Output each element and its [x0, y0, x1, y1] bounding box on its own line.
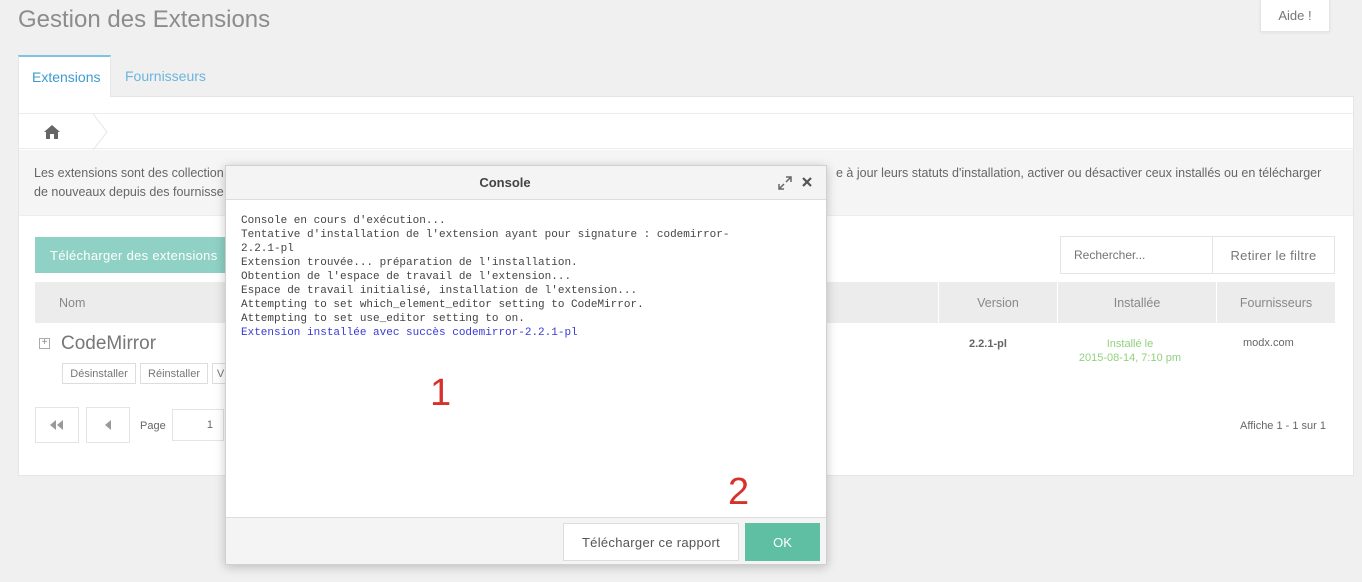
package-provider: modx.com: [1243, 337, 1294, 349]
page-title: Gestion des Extensions: [18, 6, 271, 33]
ok-button[interactable]: OK: [745, 523, 820, 561]
console-line: Attempting to set use_editor setting to …: [241, 313, 525, 325]
home-icon[interactable]: [43, 124, 61, 140]
maximize-icon[interactable]: [778, 176, 792, 190]
console-dialog: Console Console en cours d'exécution... …: [225, 165, 827, 565]
installed-status: Installé le 2015-08-14, 7:10 pm: [1060, 337, 1200, 365]
search-input[interactable]: [1060, 236, 1213, 274]
tab-providers[interactable]: Fournisseurs: [112, 55, 219, 97]
description-left-line-2: de nouveaux depuis des fournisse: [34, 185, 224, 199]
console-line: Console en cours d'exécution...: [241, 215, 446, 227]
annotation-marker-2: 2: [728, 471, 750, 513]
page-number-input[interactable]: 1: [172, 409, 224, 441]
column-name[interactable]: Nom: [59, 282, 119, 323]
download-extensions-button[interactable]: Télécharger des extensions: [35, 237, 227, 273]
column-version[interactable]: Version: [939, 282, 1057, 323]
previous-page-button[interactable]: [86, 407, 130, 443]
double-left-arrow-icon: [50, 420, 63, 430]
console-line: Attempting to set which_element_editor s…: [241, 299, 644, 311]
left-arrow-icon: [104, 420, 111, 430]
first-page-button[interactable]: [35, 407, 79, 443]
console-success-line: Extension installée avec succès codemirr…: [241, 327, 578, 339]
installed-label: Installé le: [1106, 338, 1154, 350]
package-version: 2.2.1-pl: [969, 338, 1007, 350]
close-icon[interactable]: [801, 176, 813, 188]
pagination-info: Affiche 1 - 1 sur 1: [1240, 420, 1327, 432]
description-right: e à jour leurs statuts d'installation, a…: [836, 166, 1322, 180]
breadcrumb-separator: [92, 114, 108, 150]
console-line: Espace de travail initialisé, installati…: [241, 285, 638, 297]
package-name: CodeMirror: [61, 333, 157, 354]
description-left: Les extensions sont des collection de no…: [34, 164, 229, 202]
uninstall-button[interactable]: Désinstaller: [62, 363, 136, 384]
console-line: 2.2.1-pl: [241, 243, 294, 255]
reinstall-button[interactable]: Réinstaller: [140, 363, 208, 384]
installed-date: 2015-08-14, 7:10 pm: [1078, 352, 1182, 364]
console-footer: Télécharger ce rapport OK: [226, 517, 826, 564]
page-label: Page: [140, 420, 166, 432]
console-line: Extension trouvée... préparation de l'in…: [241, 257, 578, 269]
console-line: Obtention de l'espace de travail de l'ex…: [241, 271, 572, 283]
column-installed[interactable]: Installée: [1058, 282, 1216, 323]
console-header: Console: [226, 166, 826, 200]
console-title: Console: [479, 175, 531, 190]
column-providers[interactable]: Fournisseurs: [1217, 282, 1335, 323]
clear-filter-button[interactable]: Retirer le filtre: [1212, 236, 1335, 274]
tab-extensions[interactable]: Extensions: [18, 55, 111, 97]
console-output: Console en cours d'exécution... Tentativ…: [241, 214, 811, 514]
annotation-marker-1: 1: [430, 372, 452, 414]
console-line: Tentative d'installation de l'extension …: [241, 229, 730, 241]
description-left-line-1: Les extensions sont des collection: [34, 166, 224, 180]
breadcrumb: [19, 113, 1353, 150]
download-report-button[interactable]: Télécharger ce rapport: [563, 523, 739, 561]
help-button[interactable]: Aide !: [1260, 0, 1330, 32]
expand-row-icon[interactable]: +: [39, 338, 50, 349]
